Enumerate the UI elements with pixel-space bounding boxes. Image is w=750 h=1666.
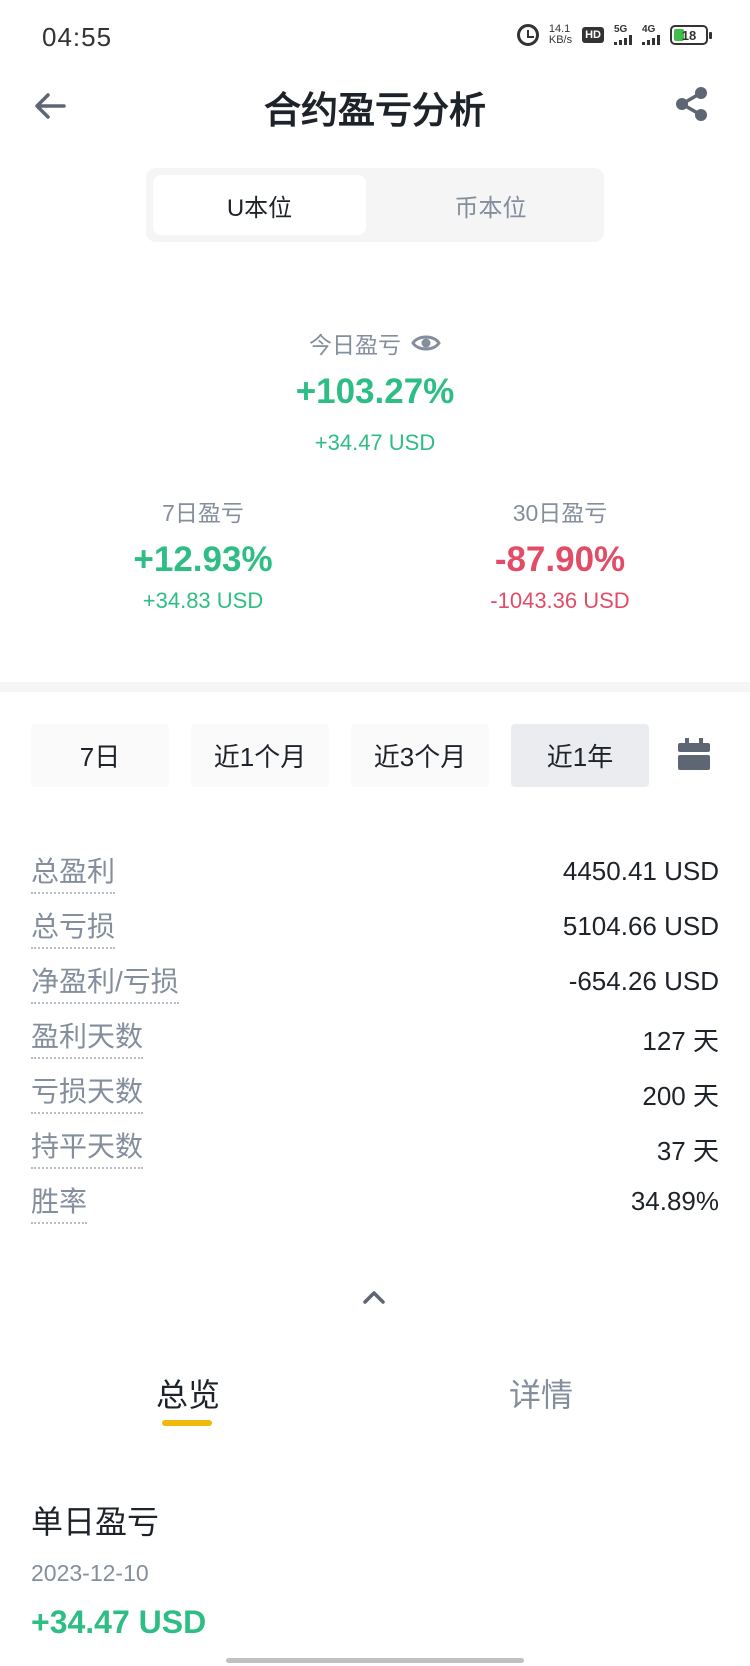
today-pnl-header: 今日盈亏	[0, 326, 750, 360]
range-1m-button[interactable]: 近1个月	[191, 724, 329, 787]
range-3m-button[interactable]: 近3个月	[351, 724, 489, 787]
stat-value: 4450.41 USD	[562, 856, 719, 886]
eye-icon[interactable]	[411, 332, 441, 354]
signal-4g-label: 4G	[642, 24, 656, 35]
home-indicator[interactable]	[226, 1658, 524, 1663]
thirty-day-pnl-label: 30日盈亏	[512, 500, 608, 526]
stat-label[interactable]: 胜率	[31, 1180, 88, 1224]
seven-day-pnl-usd: +34.83 USD	[142, 588, 264, 613]
stat-label[interactable]: 盈利天数	[31, 1015, 144, 1059]
today-pnl-label: 今日盈亏	[309, 332, 401, 358]
hd-icon: HD	[582, 27, 604, 43]
daily-pnl-value: +34.47 USD	[31, 1604, 207, 1640]
stat-value: 5104.66 USD	[562, 911, 719, 941]
signal-5g-label: 5G	[614, 24, 628, 35]
pnl-stats-list: 总盈利 4450.41 USD 总亏损 5104.66 USD 净盈利/亏损 -…	[31, 850, 719, 1235]
tab-overview[interactable]: 总览	[156, 1370, 220, 1416]
today-pnl-percent: +103.27%	[295, 372, 455, 411]
tab-details[interactable]: 详情	[509, 1370, 573, 1416]
time-range-filter: 7日 近1个月 近3个月 近1年	[31, 724, 721, 787]
stat-row-net-pnl: 净盈利/亏损 -654.26 USD	[31, 960, 719, 1015]
share-icon	[676, 87, 707, 121]
collapse-button[interactable]	[357, 1284, 391, 1310]
status-icons: 14.1 KB/s HD 5G 4G 18	[516, 24, 712, 46]
net-speed-unit: KB/s	[548, 34, 573, 46]
stat-row-win-rate: 胜率 34.89%	[31, 1180, 719, 1235]
signal-4g-icon: 4G	[642, 25, 660, 45]
daily-pnl-title: 单日盈亏	[31, 1504, 160, 1540]
stat-value: 200 天	[642, 1081, 719, 1111]
stat-row-total-profit: 总盈利 4450.41 USD	[31, 850, 719, 905]
stat-label[interactable]: 总盈利	[31, 850, 116, 894]
stat-value: 34.89%	[630, 1186, 719, 1216]
page-title: 合约盈亏分析	[264, 90, 486, 131]
stat-row-loss-days: 亏损天数 200 天	[31, 1070, 719, 1125]
range-7d-button[interactable]: 7日	[31, 724, 169, 787]
seven-day-pnl-percent: +12.93%	[133, 540, 273, 579]
stat-row-profit-days: 盈利天数 127 天	[31, 1015, 719, 1070]
signal-5g-icon: 5G	[614, 25, 632, 45]
seven-day-pnl-label: 7日盈亏	[162, 500, 244, 526]
stat-label[interactable]: 持平天数	[31, 1125, 144, 1169]
seven-day-pnl: 7日盈亏 +12.93% +34.83 USD	[53, 494, 353, 614]
section-divider	[0, 682, 750, 692]
thirty-day-pnl-percent: -87.90%	[494, 540, 626, 579]
calendar-icon	[678, 738, 710, 770]
daily-pnl-date: 2023-12-10	[31, 1560, 149, 1586]
segment-u-margined[interactable]: U本位	[153, 175, 366, 235]
today-pnl-usd: +34.47 USD	[314, 430, 436, 455]
chevron-up-icon	[363, 1291, 385, 1304]
battery-level: 18	[681, 27, 697, 43]
stat-value: 37 天	[656, 1136, 719, 1166]
net-speed: 14.1 KB/s	[549, 24, 572, 46]
header: 合约盈亏分析	[0, 74, 750, 138]
alarm-icon	[516, 24, 539, 46]
stat-label[interactable]: 总亏损	[31, 905, 116, 949]
stat-value: 127 天	[642, 1026, 719, 1056]
stat-row-total-loss: 总亏损 5104.66 USD	[31, 905, 719, 960]
margin-type-switch: U本位 币本位	[146, 168, 604, 242]
segment-coin-margined[interactable]: 币本位	[384, 175, 597, 235]
calendar-button[interactable]	[676, 736, 712, 772]
tab-active-indicator	[162, 1420, 212, 1426]
battery-icon: 18	[670, 25, 712, 45]
status-time: 04:55	[42, 22, 113, 52]
thirty-day-pnl: 30日盈亏 -87.90% -1043.36 USD	[410, 494, 710, 614]
stat-row-flat-days: 持平天数 37 天	[31, 1125, 719, 1180]
range-1y-button[interactable]: 近1年	[511, 724, 649, 787]
stat-label[interactable]: 净盈利/亏损	[31, 960, 179, 1004]
thirty-day-pnl-usd: -1043.36 USD	[490, 588, 630, 613]
stat-value: -654.26 USD	[568, 966, 719, 996]
stat-label[interactable]: 亏损天数	[31, 1070, 144, 1114]
status-bar: 04:55 14.1 KB/s HD 5G 4G 18	[0, 0, 750, 74]
share-button[interactable]	[672, 84, 712, 124]
